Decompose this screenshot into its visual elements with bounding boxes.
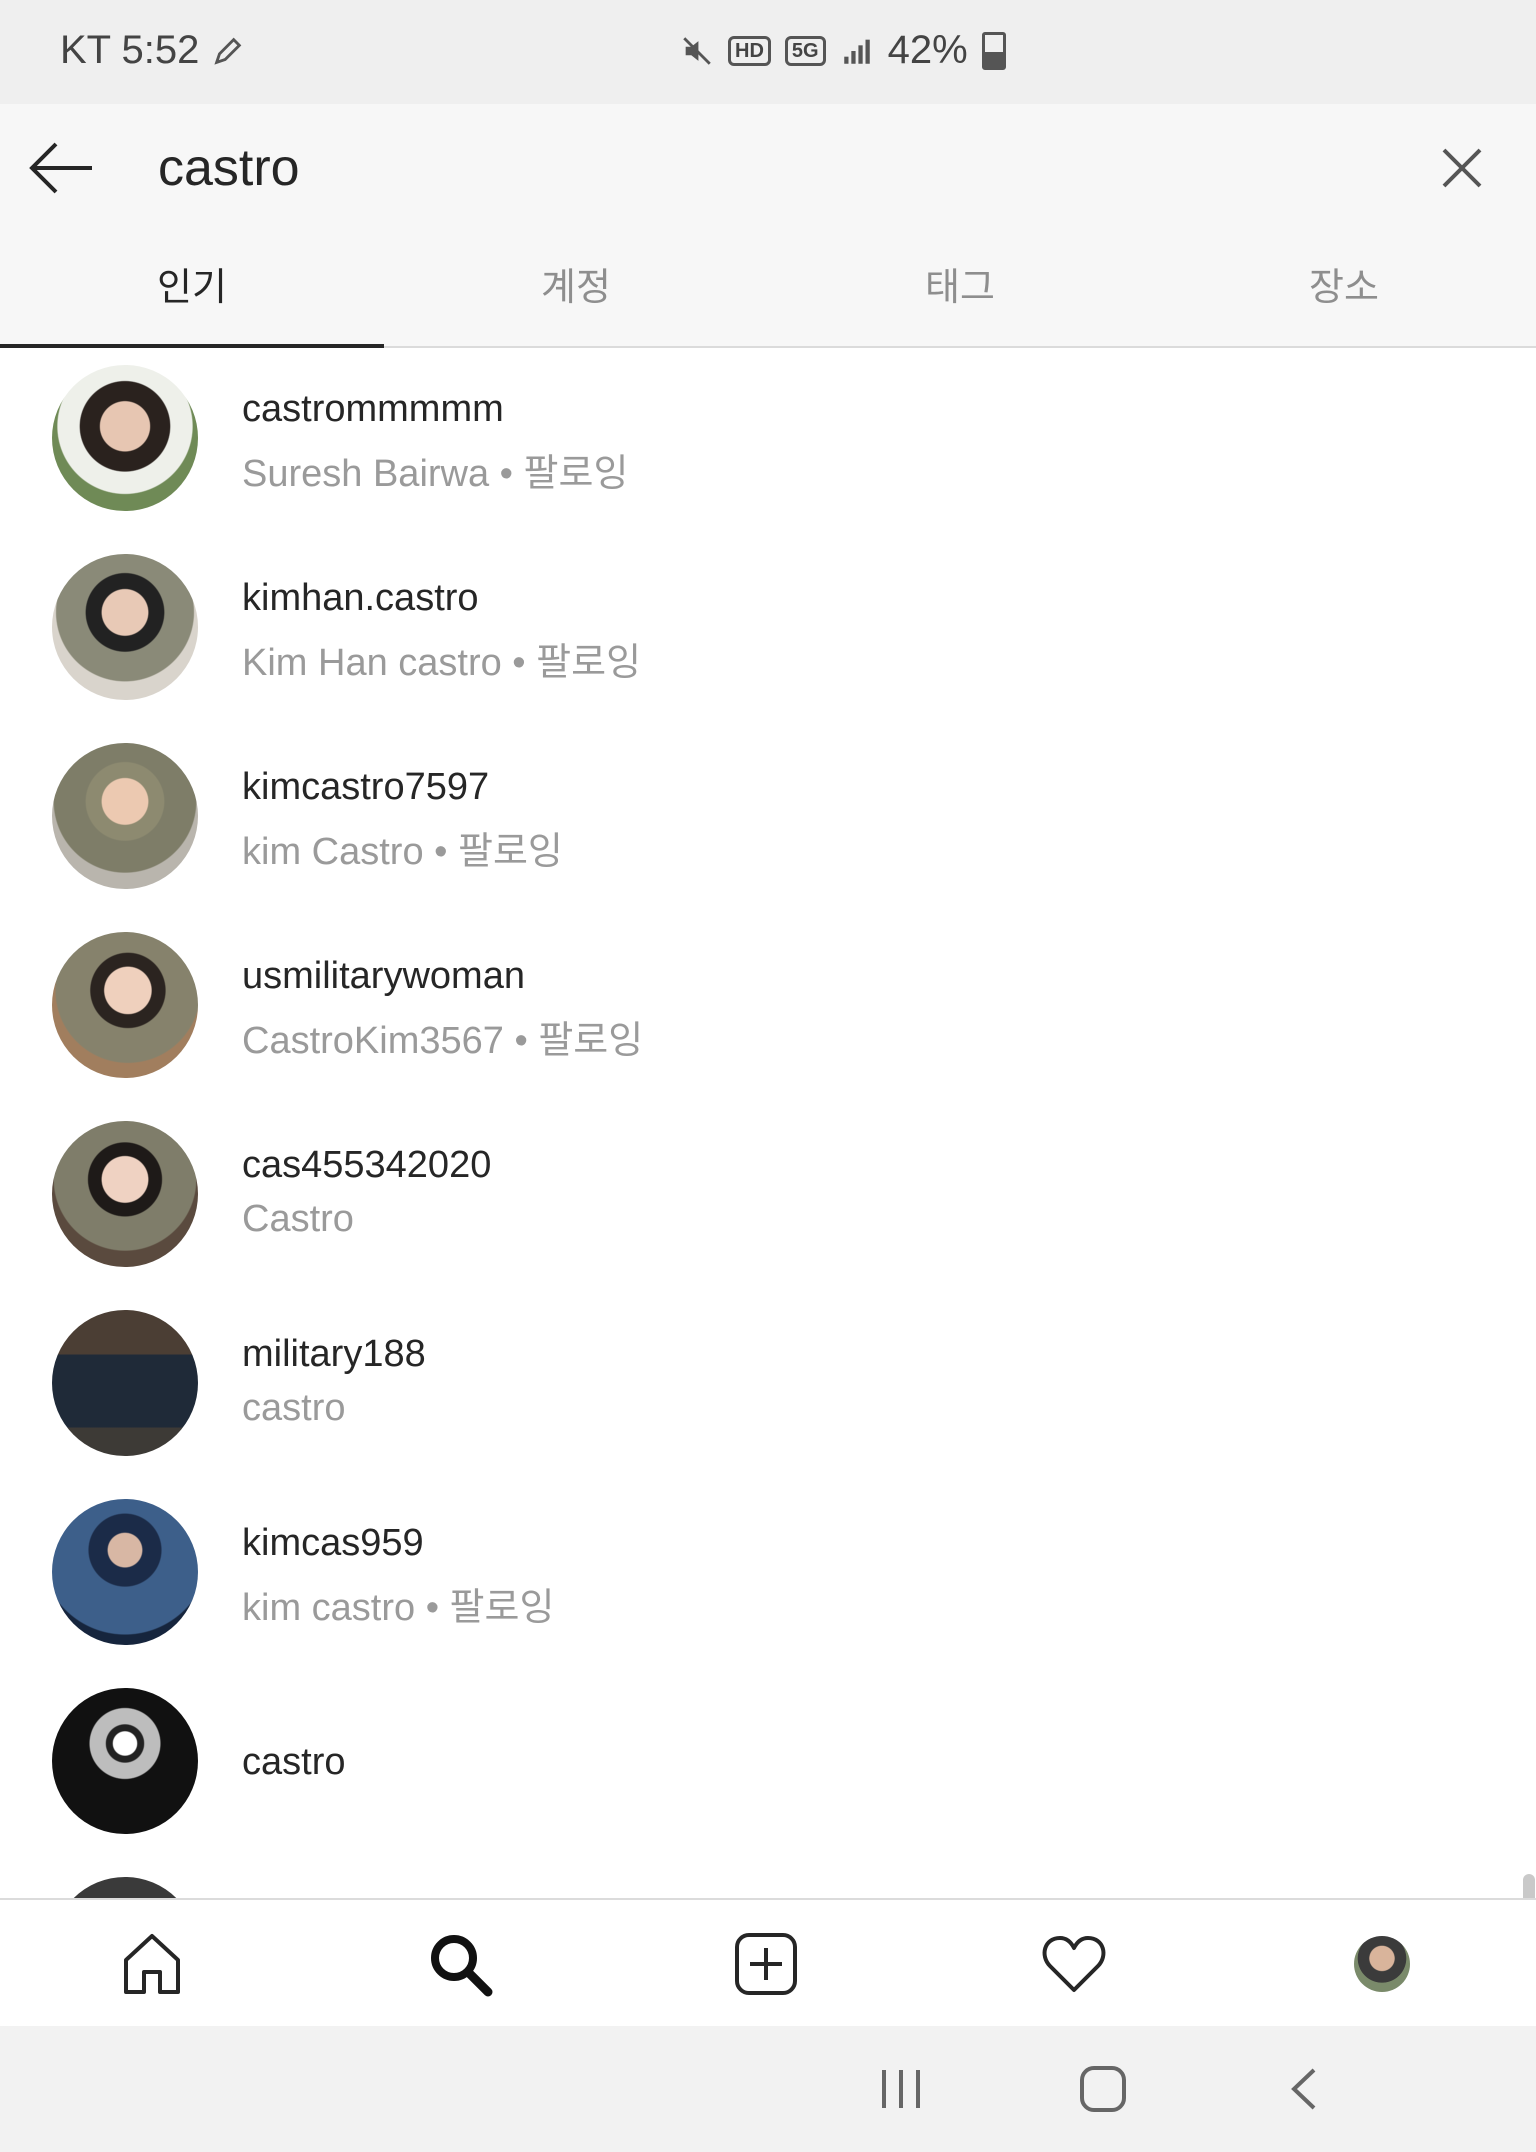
- result-username: cas455342020: [242, 1144, 492, 1186]
- result-username: kimhan.castro: [242, 577, 479, 619]
- tab-tags[interactable]: 태그: [768, 232, 1152, 346]
- home-button-icon[interactable]: [1076, 2062, 1130, 2116]
- back-arrow-icon[interactable]: [26, 138, 96, 198]
- system-nav-bar: [0, 2026, 1536, 2152]
- carrier-time: KT 5:52: [60, 28, 200, 72]
- battery-percent: 42%: [887, 28, 968, 72]
- search-tabs: 인기 계정 태그 장소: [0, 232, 1536, 348]
- tab-places[interactable]: 장소: [1152, 232, 1536, 346]
- tab-top[interactable]: 인기: [0, 232, 384, 348]
- avatar: [52, 1310, 198, 1456]
- result-username: castrommmmm: [242, 388, 504, 430]
- avatar: [52, 1499, 198, 1645]
- recent-apps-icon[interactable]: [876, 2062, 926, 2116]
- list-item[interactable]: kimcastro7597 kim Castro • 팔로잉: [0, 728, 1536, 917]
- hd-badge: HD: [728, 35, 771, 66]
- status-left: KT 5:52: [60, 28, 245, 73]
- scrollbar[interactable]: [1523, 1874, 1535, 1898]
- profile-avatar[interactable]: [1354, 1936, 1410, 1992]
- add-post-icon[interactable]: [732, 1930, 800, 1998]
- result-subtitle: castro: [242, 1387, 346, 1429]
- avatar: [52, 932, 198, 1078]
- bottom-nav: [0, 1898, 1536, 2028]
- avatar: [52, 743, 198, 889]
- home-icon[interactable]: [118, 1930, 186, 1998]
- result-username: kimcas959: [242, 1522, 424, 1564]
- list-item[interactable]: castro: [0, 1673, 1536, 1862]
- result-subtitle: Kim Han castro • 팔로잉: [242, 642, 642, 684]
- tab-accounts[interactable]: 계정: [384, 232, 768, 346]
- list-item[interactable]: kimhan.castro Kim Han castro • 팔로잉: [0, 539, 1536, 728]
- result-subtitle: Castro: [242, 1198, 354, 1240]
- result-subtitle: CastroKim3567 • 팔로잉: [242, 1020, 644, 1062]
- avatar: [52, 365, 198, 511]
- signal-icon: [843, 39, 870, 64]
- search-results-list: castrommmmm Suresh Bairwa • 팔로잉 kimhan.c…: [0, 350, 1536, 1898]
- back-chevron-icon[interactable]: [1280, 2062, 1330, 2116]
- 5g-badge: 5G: [784, 35, 826, 66]
- result-username: usmilitarywoman: [242, 955, 525, 997]
- list-item[interactable]: military188 castro: [0, 1295, 1536, 1484]
- mute-icon: [683, 36, 711, 65]
- avatar: [52, 1877, 198, 1898]
- result-subtitle: Suresh Bairwa • 팔로잉: [242, 453, 629, 495]
- list-item[interactable]: [0, 1862, 1536, 1898]
- status-bar: KT 5:52 HD 5G 42%: [0, 0, 1536, 104]
- avatar: [52, 1121, 198, 1267]
- search-icon[interactable]: [426, 1930, 494, 1998]
- battery-icon: [981, 31, 1006, 70]
- search-header: castro: [0, 104, 1536, 232]
- result-subtitle: kim castro • 팔로잉: [242, 1587, 555, 1629]
- result-username: kimcastro7597: [242, 766, 490, 808]
- list-item[interactable]: castrommmmm Suresh Bairwa • 팔로잉: [0, 350, 1536, 539]
- result-username: castro: [242, 1741, 346, 1783]
- pencil-icon: [214, 37, 242, 65]
- list-item[interactable]: kimcas959 kim castro • 팔로잉: [0, 1484, 1536, 1673]
- list-item[interactable]: usmilitarywoman CastroKim3567 • 팔로잉: [0, 917, 1536, 1106]
- list-item[interactable]: cas455342020 Castro: [0, 1106, 1536, 1295]
- result-subtitle: kim Castro • 팔로잉: [242, 831, 563, 873]
- status-right: HD 5G 42%: [680, 28, 1006, 73]
- avatar: [52, 554, 198, 700]
- result-username: military188: [242, 1333, 426, 1375]
- heart-icon[interactable]: [1040, 1930, 1108, 1998]
- avatar: [52, 1688, 198, 1834]
- close-icon[interactable]: [1436, 142, 1488, 194]
- search-input[interactable]: castro: [158, 138, 300, 198]
